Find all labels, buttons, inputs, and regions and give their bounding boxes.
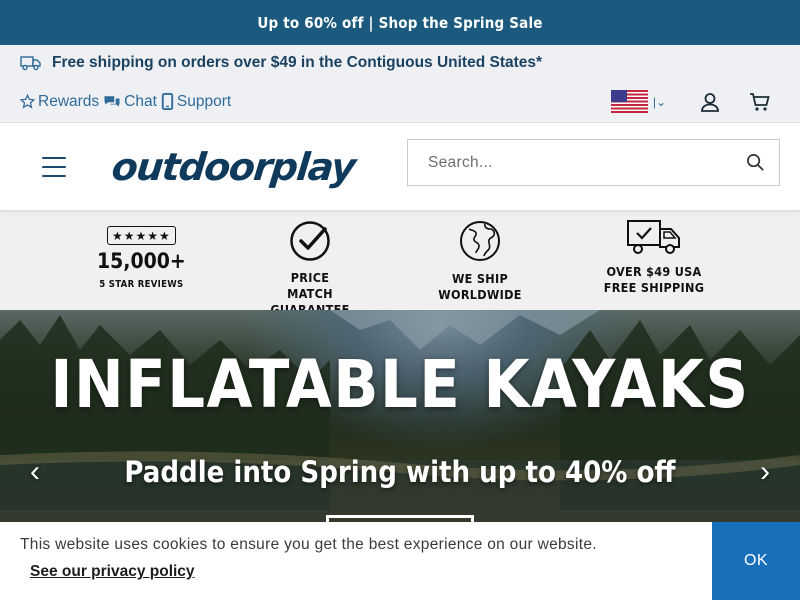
ship-worldwide-badge: WE SHIP WORLDWIDE <box>438 220 522 303</box>
phone-icon <box>161 93 174 110</box>
reviews-count: 15,000+ <box>97 249 186 273</box>
main-header: outdoorplay <box>0 123 800 211</box>
privacy-policy-link[interactable]: See our privacy policy <box>30 563 195 581</box>
free-shipping-badge: OVER $49 USA FREE SHIPPING <box>600 218 708 296</box>
support-label[interactable]: Support <box>177 93 231 111</box>
rewards-label[interactable]: Rewards <box>38 93 99 111</box>
delivery-truck-icon <box>627 220 680 254</box>
ship-worldwide-line2: WORLDWIDE <box>438 287 522 302</box>
us-flag-icon <box>610 90 648 113</box>
country-selector[interactable]: |⌄ <box>610 90 666 113</box>
reviews-badge: ★★★★★ 15,000+ 5 STAR REVIEWS <box>97 226 186 290</box>
cookie-banner: This website uses cookies to ensure you … <box>0 522 800 600</box>
cookie-ok-button[interactable]: OK <box>712 522 800 600</box>
promo-text[interactable]: Up to 60% off | Shop the Spring Sale <box>257 14 542 32</box>
utility-bar: Rewards Chat Support |⌄ <box>0 81 800 123</box>
carousel-prev-icon[interactable]: ‹ <box>30 455 40 489</box>
star-icon <box>20 94 35 109</box>
hero-subtitle: Paddle into Spring with up to 40% off <box>124 455 676 489</box>
chat-label[interactable]: Chat <box>124 93 157 111</box>
support-link[interactable]: Support <box>161 93 231 111</box>
free-shipping-line1: OVER $49 USA <box>606 264 702 279</box>
search-box[interactable] <box>407 139 780 186</box>
search-input[interactable] <box>428 153 728 172</box>
cart-icon <box>750 92 770 111</box>
five-stars-icon: ★★★★★ <box>106 226 176 245</box>
free-shipping-line2: FREE SHIPPING <box>603 280 705 295</box>
hero-title: INFLATABLE KAYAKS <box>50 346 750 423</box>
chevron-down-icon: |⌄ <box>652 94 666 109</box>
logo[interactable]: outdoorplay <box>110 145 357 189</box>
price-match-line1: PRICE MATCH <box>287 270 333 301</box>
cookie-message: This website uses cookies to ensure you … <box>20 536 597 553</box>
checkmark-circle-icon <box>290 221 330 261</box>
truck-icon <box>20 55 42 71</box>
account-button[interactable] <box>690 87 730 117</box>
carousel-next-icon[interactable]: › <box>760 455 770 489</box>
reviews-sub: 5 STAR REVIEWS <box>99 279 184 290</box>
rewards-link[interactable]: Rewards <box>20 93 99 111</box>
search-icon[interactable] <box>746 153 765 177</box>
promo-banner[interactable]: Up to 60% off | Shop the Spring Sale <box>0 0 800 45</box>
user-icon <box>701 92 719 112</box>
globe-icon <box>460 221 500 261</box>
trust-bar: ★★★★★ 15,000+ 5 STAR REVIEWS PRICE MATCH… <box>0 211 800 317</box>
cart-button[interactable] <box>740 87 780 117</box>
chat-link[interactable]: Chat <box>103 93 157 111</box>
menu-icon[interactable] <box>42 156 66 177</box>
shipping-text: Free shipping on orders over $49 in the … <box>52 54 543 71</box>
shipping-banner: Free shipping on orders over $49 in the … <box>0 45 800 81</box>
ship-worldwide-line1: WE SHIP <box>451 271 509 286</box>
price-match-badge: PRICE MATCH GUARANTEE <box>266 220 354 318</box>
chat-icon <box>104 96 120 107</box>
